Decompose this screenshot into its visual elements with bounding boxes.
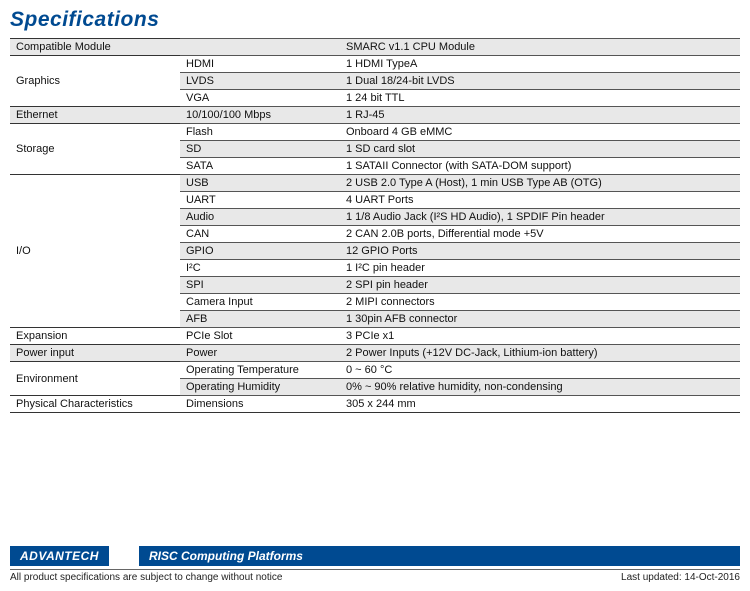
spec-category: Power input [10, 345, 180, 362]
spec-value: 0 ~ 60 °C [340, 362, 740, 379]
spec-value: SMARC v1.1 CPU Module [340, 39, 740, 56]
spec-subcategory: PCIe Slot [180, 328, 340, 345]
spec-value: 2 SPI pin header [340, 277, 740, 294]
spec-subcategory: HDMI [180, 56, 340, 73]
footer-notice: All product specifications are subject t… [10, 572, 282, 583]
spec-category: Ethernet [10, 107, 180, 124]
spec-subcategory: Dimensions [180, 396, 340, 413]
spec-subcategory: VGA [180, 90, 340, 107]
spec-value: 4 UART Ports [340, 192, 740, 209]
table-row: GraphicsHDMI1 HDMI TypeA [10, 56, 740, 73]
spec-subcategory: LVDS [180, 73, 340, 90]
brand-logo: ADVANTECH [10, 546, 109, 566]
table-row: Power inputPower2 Power Inputs (+12V DC-… [10, 345, 740, 362]
spec-value: 1 1/8 Audio Jack (I²S HD Audio), 1 SPDIF… [340, 209, 740, 226]
spec-value: 1 HDMI TypeA [340, 56, 740, 73]
table-row: Ethernet10/100/100 Mbps1 RJ-45 [10, 107, 740, 124]
spec-value: 2 MIPI connectors [340, 294, 740, 311]
table-row: I/OUSB2 USB 2.0 Type A (Host), 1 min USB… [10, 175, 740, 192]
table-row: Physical CharacteristicsDimensions305 x … [10, 396, 740, 413]
spec-value: 1 30pin AFB connector [340, 311, 740, 328]
table-row: EnvironmentOperating Temperature0 ~ 60 °… [10, 362, 740, 379]
spec-value: 12 GPIO Ports [340, 243, 740, 260]
spec-subcategory: Audio [180, 209, 340, 226]
spec-subcategory: CAN [180, 226, 340, 243]
spec-value: 1 SD card slot [340, 141, 740, 158]
spec-category: Environment [10, 362, 180, 396]
spec-value: Onboard 4 GB eMMC [340, 124, 740, 141]
spec-category: I/O [10, 175, 180, 328]
footer-bar: ADVANTECH RISC Computing Platforms [10, 546, 740, 566]
spec-category: Expansion [10, 328, 180, 345]
spec-category: Graphics [10, 56, 180, 107]
footer-line: All product specifications are subject t… [10, 569, 740, 583]
spec-subcategory: SATA [180, 158, 340, 175]
spec-subcategory: Operating Humidity [180, 379, 340, 396]
spec-subcategory: Power [180, 345, 340, 362]
spec-value: 1 I²C pin header [340, 260, 740, 277]
footer-gap [109, 546, 139, 566]
spec-value: 1 24 bit TTL [340, 90, 740, 107]
spec-subcategory: GPIO [180, 243, 340, 260]
footer-updated: Last updated: 14-Oct-2016 [621, 572, 740, 583]
spec-subcategory: AFB [180, 311, 340, 328]
table-row: StorageFlashOnboard 4 GB eMMC [10, 124, 740, 141]
spec-value: 0% ~ 90% relative humidity, non-condensi… [340, 379, 740, 396]
spec-subcategory [180, 39, 340, 56]
spec-subcategory: USB [180, 175, 340, 192]
spec-value: 1 Dual 18/24-bit LVDS [340, 73, 740, 90]
spec-category: Physical Characteristics [10, 396, 180, 413]
spec-value: 2 USB 2.0 Type A (Host), 1 min USB Type … [340, 175, 740, 192]
spec-subcategory: Operating Temperature [180, 362, 340, 379]
spec-category: Storage [10, 124, 180, 175]
spec-value: 1 SATAII Connector (with SATA-DOM suppor… [340, 158, 740, 175]
page-title: Specifications [10, 8, 740, 32]
spec-subcategory: SPI [180, 277, 340, 294]
spec-subcategory: Flash [180, 124, 340, 141]
spec-value: 2 CAN 2.0B ports, Differential mode +5V [340, 226, 740, 243]
spec-subcategory: UART [180, 192, 340, 209]
spec-value: 1 RJ-45 [340, 107, 740, 124]
spec-value: 305 x 244 mm [340, 396, 740, 413]
table-row: Compatible Module SMARC v1.1 CPU Module [10, 39, 740, 56]
footer: ADVANTECH RISC Computing Platforms All p… [0, 546, 750, 591]
spec-subcategory: SD [180, 141, 340, 158]
table-row: ExpansionPCIe Slot3 PCIe x1 [10, 328, 740, 345]
specifications-table: Compatible ModuleSMARC v1.1 CPU ModuleGr… [10, 38, 740, 430]
spec-value: 3 PCIe x1 [340, 328, 740, 345]
spec-subcategory: Camera Input [180, 294, 340, 311]
spec-subcategory: 10/100/100 Mbps [180, 107, 340, 124]
spec-subcategory: I²C [180, 260, 340, 277]
spec-category: Compatible Module [10, 39, 180, 56]
spec-value: 2 Power Inputs (+12V DC-Jack, Lithium-io… [340, 345, 740, 362]
footer-category: RISC Computing Platforms [139, 546, 740, 566]
